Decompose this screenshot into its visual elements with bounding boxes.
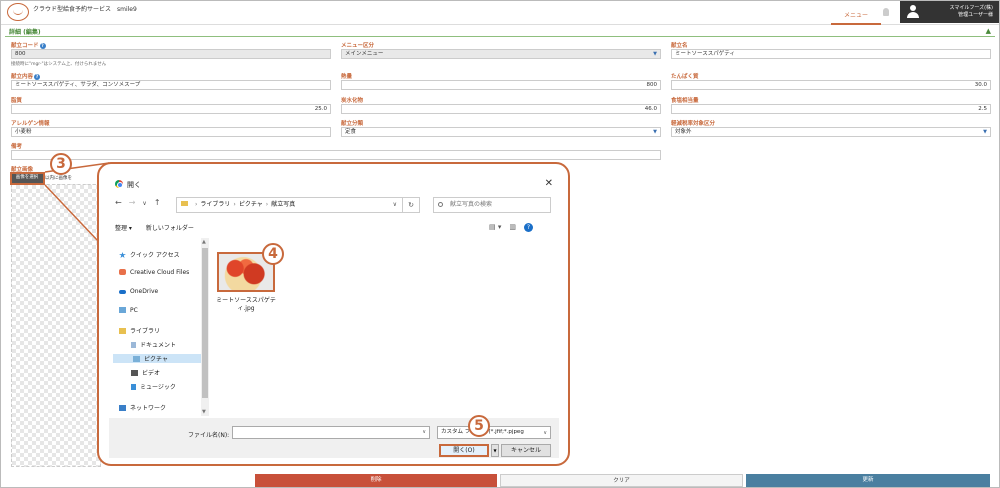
help-icon[interactable]: ?	[523, 223, 533, 232]
video-icon	[131, 370, 138, 376]
nav-quick-access[interactable]: クイック アクセス	[119, 250, 180, 259]
nav-network[interactable]: ネットワーク	[119, 403, 166, 412]
filename-label: ファイル名(N):	[188, 432, 230, 439]
app-window: クラウド型給食予約サービス smile9 メニュー スマイルフーズ(株) 管理ユ…	[0, 0, 1000, 488]
nav-documents[interactable]: ドキュメント	[131, 340, 176, 349]
folder-icon	[181, 201, 188, 206]
forward-arrow-icon[interactable]: →	[129, 198, 136, 207]
open-button[interactable]: 開く(O)	[439, 444, 489, 457]
dialog-title: 開く	[115, 180, 141, 190]
nav-pc[interactable]: PC	[119, 307, 138, 314]
document-icon	[131, 342, 136, 348]
nav-creative-cloud[interactable]: Creative Cloud Files	[119, 269, 189, 276]
breadcrumb-pictures[interactable]: ピクチャ	[239, 201, 263, 208]
history-dropdown-icon[interactable]: ∨	[142, 200, 146, 207]
scroll-down-icon[interactable]: ▼	[202, 409, 206, 415]
search-icon	[438, 202, 443, 207]
library-folder-icon	[119, 328, 126, 334]
creative-cloud-icon	[119, 269, 126, 275]
breadcrumb-library[interactable]: ライブラリ	[200, 201, 230, 208]
new-folder-button[interactable]: 新しいフォルダー	[146, 225, 194, 232]
scroll-thumb[interactable]	[202, 248, 208, 398]
filter-dropdown-icon: ∨	[543, 428, 547, 438]
preview-pane-icon[interactable]: ▥	[509, 223, 516, 231]
organize-button[interactable]: 整理 ▾	[115, 225, 132, 232]
dialog-footer: ファイル名(N): ∨ カスタム ファイル (*.jfif;*.pjpeg∨ 開…	[109, 418, 559, 458]
scroll-up-icon[interactable]: ▲	[202, 239, 206, 245]
computer-icon	[119, 307, 126, 313]
open-dropdown-icon[interactable]: ▼	[491, 444, 499, 457]
music-icon	[131, 384, 136, 390]
chrome-icon	[115, 180, 123, 188]
nav-music[interactable]: ミュージック	[131, 382, 176, 391]
star-icon	[119, 252, 126, 258]
dialog-zoom-frame: 開く ✕ ← → ∨ ↑ › ライブラリ › ピクチャ › 献立写真 ∨ ↻ 献立写真の検索 整…	[97, 162, 570, 466]
up-arrow-icon[interactable]: ↑	[154, 198, 161, 207]
pictures-icon	[133, 356, 140, 362]
filename-input[interactable]: ∨	[232, 426, 430, 439]
callout-3: 3	[50, 153, 72, 175]
close-icon[interactable]: ✕	[545, 178, 553, 189]
cloud-icon	[119, 290, 126, 294]
network-icon	[119, 405, 126, 411]
callout-4: 4	[262, 243, 284, 265]
nav-library[interactable]: ライブラリ	[119, 326, 160, 335]
open-file-dialog: 開く ✕ ← → ∨ ↑ › ライブラリ › ピクチャ › 献立写真 ∨ ↻ 献立写真の検索 整…	[109, 172, 559, 458]
dialog-toolbar: 整理 ▾ 新しいフォルダー	[115, 223, 208, 232]
refresh-icon[interactable]: ↻	[402, 198, 419, 212]
nav-pictures[interactable]: ピクチャ	[113, 354, 201, 363]
address-bar[interactable]: › ライブラリ › ピクチャ › 献立写真 ∨ ↻	[176, 197, 420, 213]
search-input[interactable]: 献立写真の検索	[433, 197, 551, 213]
nav-onedrive[interactable]: OneDrive	[119, 288, 158, 295]
callout-5: 5	[468, 415, 490, 437]
breadcrumb-menu-photos[interactable]: 献立写真	[271, 201, 295, 208]
nav-videos[interactable]: ビデオ	[131, 368, 160, 377]
cancel-button[interactable]: キャンセル	[501, 444, 551, 457]
filename-dropdown-icon[interactable]: ∨	[422, 429, 426, 435]
view-controls: ▤ ▾ ▥?	[489, 223, 541, 232]
file-type-filter[interactable]: カスタム ファイル (*.jfif;*.pjpeg∨	[437, 426, 551, 439]
nav-buttons: ← → ∨ ↑	[115, 198, 168, 207]
address-dropdown-icon[interactable]: ∨	[393, 198, 397, 212]
file-name: ミートソーススパゲテ ィ.jpg	[216, 297, 276, 312]
view-options-icon[interactable]: ▤ ▾	[489, 223, 501, 231]
back-arrow-icon[interactable]: ←	[115, 198, 122, 207]
navigation-pane: クイック アクセス Creative Cloud Files OneDrive …	[113, 238, 209, 416]
nav-scrollbar[interactable]: ▲ ▼	[201, 238, 209, 416]
